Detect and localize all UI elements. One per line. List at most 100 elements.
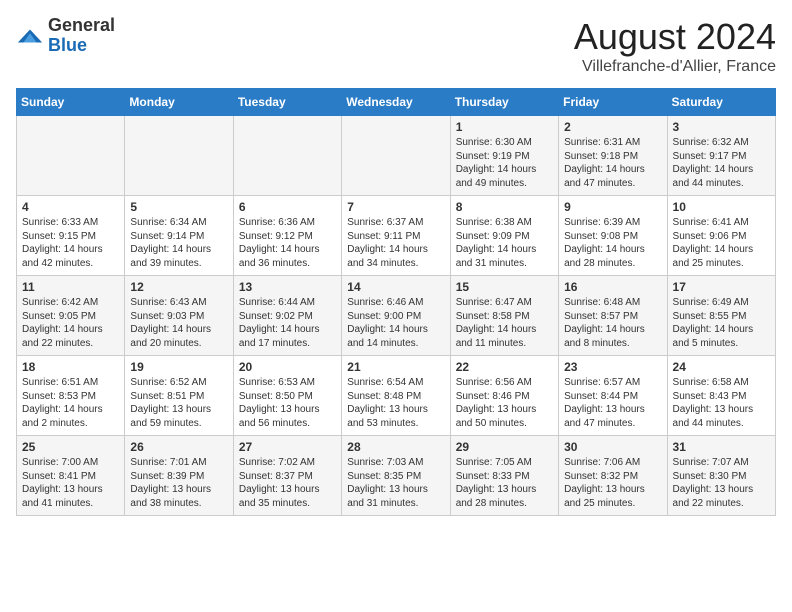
- day-number: 18: [22, 360, 119, 374]
- calendar-cell: 15 Sunrise: 6:47 AM Sunset: 8:58 PM Dayli…: [450, 276, 558, 356]
- weekday-header: Sunday: [17, 89, 125, 116]
- day-info: Sunrise: 6:48 AM Sunset: 8:57 PM Dayligh…: [564, 296, 661, 350]
- day-number: 19: [130, 360, 227, 374]
- calendar-cell: 13Sunrise: 6:44 AM Sunset: 9:02 PM Dayli…: [233, 276, 341, 356]
- calendar-week-row: 25 Sunrise: 7:00 AM Sunset: 8:41 PM Dayli…: [17, 436, 776, 516]
- calendar-cell: 1 Sunrise: 6:30 AM Sunset: 9:19 PM Daylig…: [450, 116, 558, 196]
- day-number: 7: [347, 200, 444, 214]
- calendar-cell: 23Sunrise: 6:57 AM Sunset: 8:44 PM Dayli…: [559, 356, 667, 436]
- calendar-week-row: 11 Sunrise: 6:42 AM Sunset: 9:05 PM Dayli…: [17, 276, 776, 356]
- calendar-cell: [233, 116, 341, 196]
- logo-text: General Blue: [48, 16, 115, 56]
- logo-blue: Blue: [48, 36, 115, 56]
- day-info: Sunrise: 6:37 AM Sunset: 9:11 PM Dayligh…: [347, 216, 444, 270]
- day-number: 25: [22, 440, 119, 454]
- calendar-cell: [342, 116, 450, 196]
- calendar-cell: 12 Sunrise: 6:43 AM Sunset: 9:03 PM Dayli…: [125, 276, 233, 356]
- day-number: 8: [456, 200, 553, 214]
- day-info: Sunrise: 6:32 AM Sunset: 9:17 PM Dayligh…: [673, 136, 770, 190]
- day-info: Sunrise: 6:54 AM Sunset: 8:48 PM Dayligh…: [347, 376, 444, 430]
- day-number: 15: [456, 280, 553, 294]
- weekday-header: Friday: [559, 89, 667, 116]
- calendar-week-row: 1 Sunrise: 6:30 AM Sunset: 9:19 PM Daylig…: [17, 116, 776, 196]
- day-number: 22: [456, 360, 553, 374]
- day-number: 23: [564, 360, 661, 374]
- day-info: Sunrise: 6:58 AM Sunset: 8:43 PM Dayligh…: [673, 376, 770, 430]
- calendar-cell: 31 Sunrise: 7:07 AM Sunset: 8:30 PM Dayli…: [667, 436, 775, 516]
- day-number: 16: [564, 280, 661, 294]
- day-info: Sunrise: 7:07 AM Sunset: 8:30 PM Dayligh…: [673, 456, 770, 510]
- weekday-header: Tuesday: [233, 89, 341, 116]
- weekday-header: Monday: [125, 89, 233, 116]
- calendar-cell: 19Sunrise: 6:52 AM Sunset: 8:51 PM Dayli…: [125, 356, 233, 436]
- day-info: Sunrise: 6:43 AM Sunset: 9:03 PM Dayligh…: [130, 296, 227, 350]
- day-info: Sunrise: 6:46 AM Sunset: 9:00 PM Dayligh…: [347, 296, 444, 350]
- day-number: 21: [347, 360, 444, 374]
- day-info: Sunrise: 7:01 AM Sunset: 8:39 PM Dayligh…: [130, 456, 227, 510]
- calendar-cell: 4 Sunrise: 6:33 AM Sunset: 9:15 PM Daylig…: [17, 196, 125, 276]
- day-number: 30: [564, 440, 661, 454]
- calendar-cell: 24 Sunrise: 6:58 AM Sunset: 8:43 PM Dayli…: [667, 356, 775, 436]
- page-header: General Blue August 2024 Villefranche-d'…: [16, 16, 776, 76]
- day-number: 31: [673, 440, 770, 454]
- day-info: Sunrise: 7:00 AM Sunset: 8:41 PM Dayligh…: [22, 456, 119, 510]
- logo: General Blue: [16, 16, 115, 56]
- weekday-header: Thursday: [450, 89, 558, 116]
- day-number: 5: [130, 200, 227, 214]
- day-info: Sunrise: 7:05 AM Sunset: 8:33 PM Dayligh…: [456, 456, 553, 510]
- calendar-cell: 9 Sunrise: 6:39 AM Sunset: 9:08 PM Daylig…: [559, 196, 667, 276]
- day-info: Sunrise: 7:06 AM Sunset: 8:32 PM Dayligh…: [564, 456, 661, 510]
- day-info: Sunrise: 6:47 AM Sunset: 8:58 PM Dayligh…: [456, 296, 553, 350]
- day-number: 14: [347, 280, 444, 294]
- calendar-cell: [125, 116, 233, 196]
- day-number: 12: [130, 280, 227, 294]
- calendar-cell: 28 Sunrise: 7:03 AM Sunset: 8:35 PM Dayli…: [342, 436, 450, 516]
- calendar-cell: 29 Sunrise: 7:05 AM Sunset: 8:33 PM Dayli…: [450, 436, 558, 516]
- calendar-cell: 7 Sunrise: 6:37 AM Sunset: 9:11 PM Daylig…: [342, 196, 450, 276]
- day-number: 11: [22, 280, 119, 294]
- day-number: 26: [130, 440, 227, 454]
- calendar-cell: 21 Sunrise: 6:54 AM Sunset: 8:48 PM Dayli…: [342, 356, 450, 436]
- day-number: 29: [456, 440, 553, 454]
- weekday-header-row: SundayMondayTuesdayWednesdayThursdayFrid…: [17, 89, 776, 116]
- calendar-cell: [17, 116, 125, 196]
- day-info: Sunrise: 6:42 AM Sunset: 9:05 PM Dayligh…: [22, 296, 119, 350]
- logo-icon: [16, 22, 44, 50]
- calendar-cell: 6 Sunrise: 6:36 AM Sunset: 9:12 PM Daylig…: [233, 196, 341, 276]
- calendar-cell: 10Sunrise: 6:41 AM Sunset: 9:06 PM Dayli…: [667, 196, 775, 276]
- calendar-cell: 11 Sunrise: 6:42 AM Sunset: 9:05 PM Dayli…: [17, 276, 125, 356]
- day-info: Sunrise: 6:33 AM Sunset: 9:15 PM Dayligh…: [22, 216, 119, 270]
- day-info: Sunrise: 7:02 AM Sunset: 8:37 PM Dayligh…: [239, 456, 336, 510]
- day-info: Sunrise: 6:36 AM Sunset: 9:12 PM Dayligh…: [239, 216, 336, 270]
- day-number: 4: [22, 200, 119, 214]
- calendar-table: SundayMondayTuesdayWednesdayThursdayFrid…: [16, 88, 776, 516]
- calendar-cell: 26 Sunrise: 7:01 AM Sunset: 8:39 PM Dayli…: [125, 436, 233, 516]
- calendar-cell: 3Sunrise: 6:32 AM Sunset: 9:17 PM Daylig…: [667, 116, 775, 196]
- day-number: 17: [673, 280, 770, 294]
- location: Villefranche-d'Allier, France: [574, 58, 776, 76]
- day-info: Sunrise: 6:53 AM Sunset: 8:50 PM Dayligh…: [239, 376, 336, 430]
- day-number: 24: [673, 360, 770, 374]
- day-info: Sunrise: 6:30 AM Sunset: 9:19 PM Dayligh…: [456, 136, 553, 190]
- weekday-header: Wednesday: [342, 89, 450, 116]
- day-number: 6: [239, 200, 336, 214]
- day-number: 9: [564, 200, 661, 214]
- calendar-cell: 22Sunrise: 6:56 AM Sunset: 8:46 PM Dayli…: [450, 356, 558, 436]
- calendar-week-row: 4 Sunrise: 6:33 AM Sunset: 9:15 PM Daylig…: [17, 196, 776, 276]
- title-block: August 2024 Villefranche-d'Allier, Franc…: [574, 16, 776, 76]
- calendar-cell: 2Sunrise: 6:31 AM Sunset: 9:18 PM Daylig…: [559, 116, 667, 196]
- calendar-cell: 8 Sunrise: 6:38 AM Sunset: 9:09 PM Daylig…: [450, 196, 558, 276]
- day-number: 28: [347, 440, 444, 454]
- day-info: Sunrise: 6:38 AM Sunset: 9:09 PM Dayligh…: [456, 216, 553, 270]
- calendar-cell: 16 Sunrise: 6:48 AM Sunset: 8:57 PM Dayli…: [559, 276, 667, 356]
- day-number: 13: [239, 280, 336, 294]
- day-info: Sunrise: 7:03 AM Sunset: 8:35 PM Dayligh…: [347, 456, 444, 510]
- day-info: Sunrise: 6:31 AM Sunset: 9:18 PM Dayligh…: [564, 136, 661, 190]
- day-number: 20: [239, 360, 336, 374]
- day-info: Sunrise: 6:49 AM Sunset: 8:55 PM Dayligh…: [673, 296, 770, 350]
- month-title: August 2024: [574, 16, 776, 58]
- calendar-cell: 20 Sunrise: 6:53 AM Sunset: 8:50 PM Dayli…: [233, 356, 341, 436]
- day-number: 1: [456, 120, 553, 134]
- calendar-cell: 18Sunrise: 6:51 AM Sunset: 8:53 PM Dayli…: [17, 356, 125, 436]
- day-info: Sunrise: 6:39 AM Sunset: 9:08 PM Dayligh…: [564, 216, 661, 270]
